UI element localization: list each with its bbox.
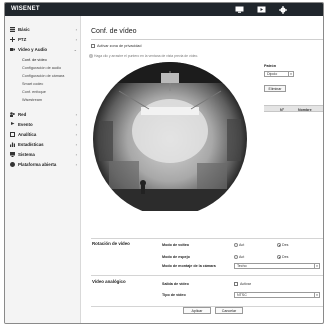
grid-icon [10,27,15,32]
delete-button[interactable]: Eliminar [264,85,286,92]
bar-chart-icon [10,142,15,147]
info-icon: i [89,54,93,58]
chevron-down-icon: ▾ [314,293,319,298]
apply-button[interactable]: Aplicar [183,307,211,314]
sidebar-item-label: Red [18,112,27,117]
privacy-zone-label: Activar zona de privacidad [97,44,142,48]
sidebar-item-label: PTZ [18,37,27,42]
sidebar-item-ptz[interactable]: PTZ › [5,35,81,44]
system-icon [10,152,15,157]
brand-logo: WISENET [11,6,40,12]
video-output-label: Salida de vídeo [162,282,189,286]
mount-mode-value: Techo [237,264,247,268]
chevron-right-icon: › [75,27,77,32]
privacy-zone-checkbox[interactable] [91,44,95,48]
patrol-select[interactable]: Dipolo ▾ [264,71,294,77]
sidebar-item-open-platform[interactable]: Plataforma abierta › [5,160,81,169]
flip-off-radio[interactable] [277,243,281,247]
mount-mode-select[interactable]: Techo ▾ [234,263,320,269]
flip-mode-label: Modo de volteo [162,243,190,247]
video-type-select[interactable]: NTSC ▾ [234,292,320,298]
chevron-down-icon: ▾ [314,264,319,269]
divider [91,275,323,276]
patrol-table-header: Nº Nombre [264,105,323,112]
cancel-button[interactable]: Cancelar [215,307,243,314]
top-bar: WISENET [5,3,323,16]
sidebar-item-label: Sistema [18,152,35,157]
sidebar-item-analytics[interactable]: Analítica › [5,130,81,139]
flip-on-radio[interactable] [234,243,238,247]
sidebar-item-video-audio[interactable]: Vídeo y Audio ⌄ [5,45,81,54]
sidebar-item-event[interactable]: Evento › [5,120,81,129]
monitor-icon[interactable] [235,6,244,13]
chevron-right-icon: › [75,132,77,137]
rotation-section-title: Rotación de vídeo [92,241,130,246]
video-output-checkbox[interactable] [234,282,238,286]
patrol-label: Patrón [264,64,277,68]
chevron-down-icon: ⌄ [73,47,77,52]
chevron-right-icon: › [75,122,77,127]
chevron-right-icon: › [75,37,77,42]
sidebar: Básic › PTZ › Vídeo y Audio ⌄ Conf. de v… [5,16,81,323]
hint-text: Haga clic y arrastre el puntero en la ve… [94,54,199,58]
sidebar-subitem-audio-setup[interactable]: Configuración de audio [22,66,61,72]
column-header-name: Nombre [298,107,312,112]
move-arrows-icon [10,37,15,42]
mirror-off-radio[interactable] [277,255,281,259]
gear-icon[interactable] [279,5,287,14]
radio-label: Des [282,243,289,247]
playback-icon[interactable] [257,6,266,13]
video-preview[interactable] [89,61,251,211]
page-title: Conf. de vídeo [91,28,137,35]
analytics-icon [10,132,15,137]
chevron-right-icon: › [75,162,77,167]
radio-label: Act [239,243,245,247]
sidebar-item-label: Básic [18,27,30,32]
mount-mode-label: Modo de montaje de la cámara [162,264,216,268]
sidebar-subitem-smart-codec[interactable]: Smart codec [22,82,43,88]
main-content: Conf. de vídeo Activar zona de privacida… [82,16,323,323]
chevron-down-icon: ▾ [288,72,293,77]
video-output-enable-label: Activar [240,282,251,286]
patrol-select-value: Dipolo [267,72,278,76]
sidebar-item-label: Evento [18,122,33,127]
divider [91,39,323,40]
sidebar-subitem-focus-setup[interactable]: Conf. enfoque [22,90,46,96]
radio-label: Des [282,255,289,259]
sidebar-subitem-video-setup[interactable]: Conf. de vídeo [22,58,47,64]
app-window: WISENET Básic › PTZ › Vídeo y Audio ⌄ Co… [4,2,324,324]
analog-section-title: Vídeo analógico [92,279,126,284]
video-camera-icon [10,48,15,51]
sidebar-item-label: Plataforma abierta [18,162,57,167]
sidebar-item-basic[interactable]: Básic › [5,25,81,34]
chevron-right-icon: › [75,112,77,117]
video-type-label: Tipo de vídeo [162,293,186,297]
network-icon [10,112,15,117]
video-type-value: NTSC [237,293,247,297]
sidebar-item-label: Estadísticas [18,142,44,147]
mirror-on-radio[interactable] [234,255,238,259]
chevron-right-icon: › [75,142,77,147]
column-header-number: Nº [280,107,284,112]
sidebar-item-label: Analítica [18,132,37,137]
mirror-mode-label: Modo de espejo [162,255,190,259]
sidebar-item-network[interactable]: Red › [5,110,81,119]
sidebar-item-statistics[interactable]: Estadísticas › [5,140,81,149]
platform-icon [10,162,15,167]
sidebar-item-system[interactable]: Sistema › [5,150,81,159]
chevron-right-icon: › [75,152,77,157]
divider [91,238,323,239]
sidebar-subitem-camera-setup[interactable]: Configuración de cámara [22,74,64,80]
event-icon [11,122,15,127]
sidebar-subitem-wisestream[interactable]: Wisestream [22,98,42,104]
sidebar-item-label: Vídeo y Audio [18,47,48,52]
radio-label: Act [239,255,245,259]
